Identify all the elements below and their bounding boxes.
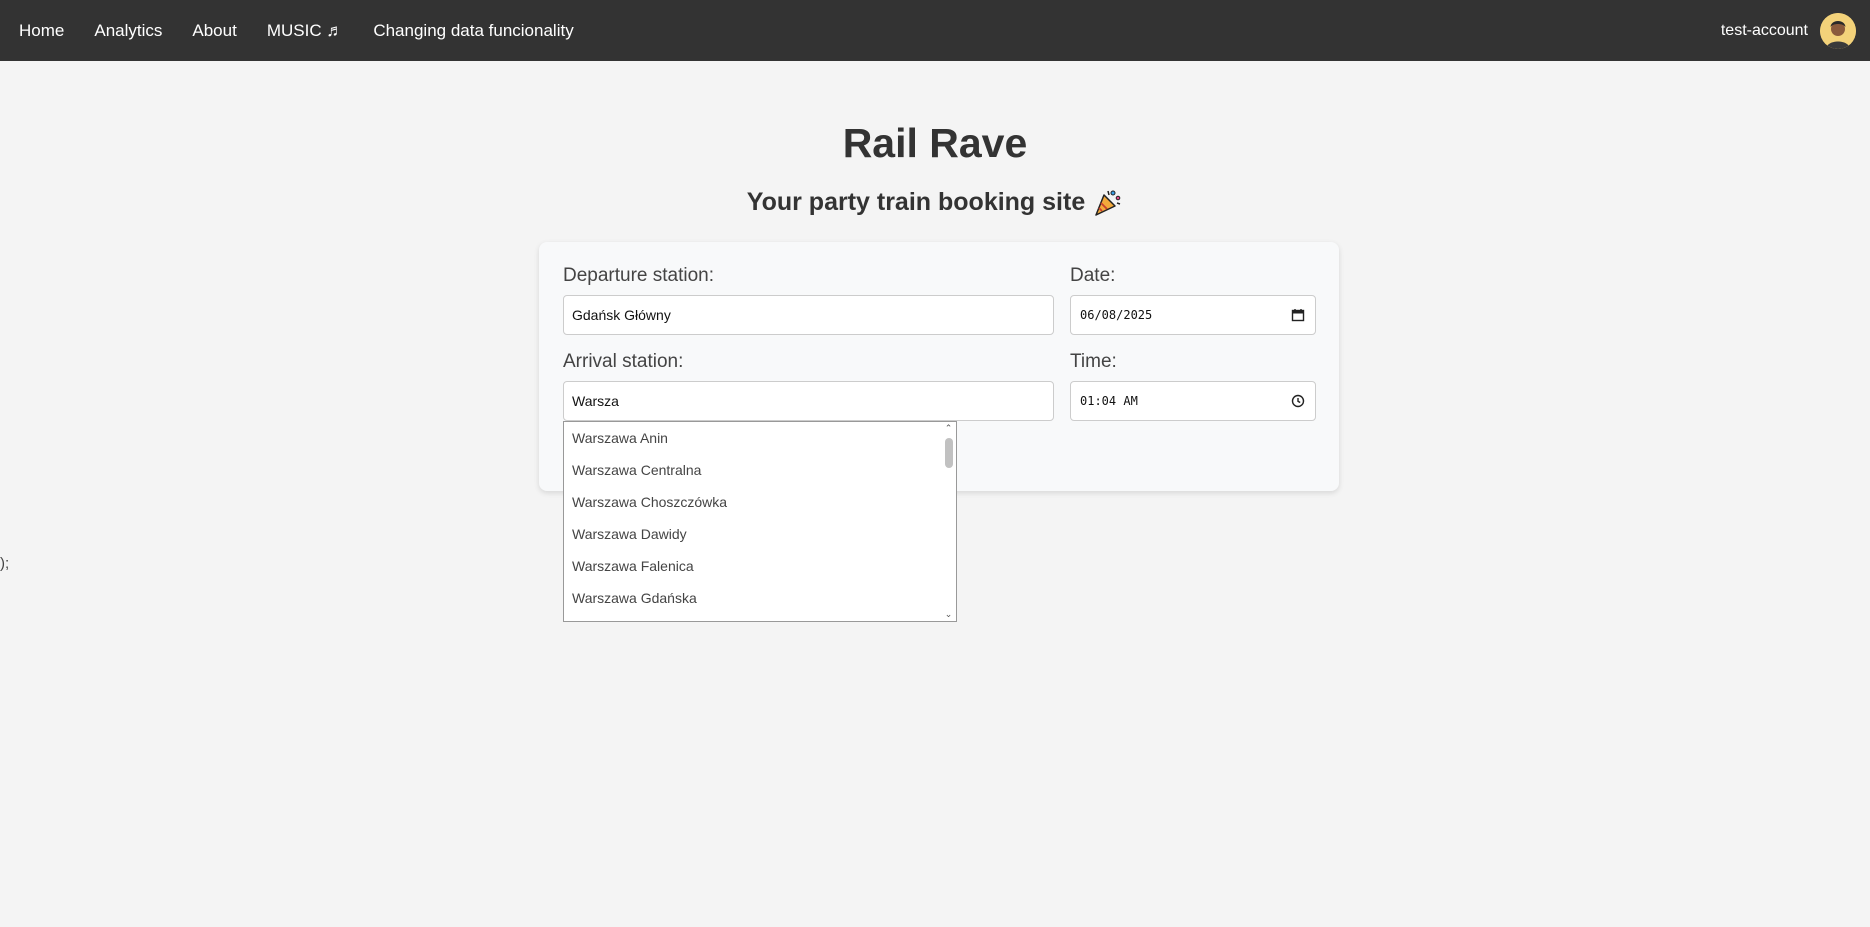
nav-links: Home Analytics About MUSIC ♬ Changing da…: [0, 0, 604, 61]
departure-station-label: Departure station:: [563, 265, 715, 286]
nav-music-link[interactable]: MUSIC ♬: [267, 21, 344, 41]
subtitle-text: Your party train booking site: [746, 187, 1086, 216]
stray-text: );: [0, 555, 10, 572]
suggestion-item[interactable]: Warszawa Choszczówka: [572, 494, 727, 510]
date-input[interactable]: 06/08/2025: [1070, 295, 1316, 335]
clock-icon[interactable]: [1291, 394, 1305, 408]
time-value: 01:04 AM: [1080, 394, 1138, 408]
time-label: Time:: [1070, 351, 1117, 372]
suggestion-item[interactable]: Warszawa Dawidy: [572, 526, 687, 542]
nav-about-link[interactable]: About: [192, 21, 236, 41]
nav-analytics-link[interactable]: Analytics: [94, 21, 162, 41]
date-value: 06/08/2025: [1080, 308, 1153, 322]
top-navbar: Home Analytics About MUSIC ♬ Changing da…: [0, 0, 1870, 61]
arrival-suggestions-dropdown[interactable]: Warszawa Anin Warszawa Centralna Warszaw…: [563, 421, 957, 622]
page-title: Rail Rave: [842, 120, 1028, 166]
time-input[interactable]: 01:04 AM: [1070, 381, 1316, 421]
nav-changing-data-link[interactable]: Changing data funcionality: [373, 21, 573, 41]
scroll-down-arrow-icon[interactable]: ⌄: [944, 609, 953, 619]
date-label: Date:: [1070, 265, 1116, 286]
scroll-thumb[interactable]: [945, 438, 953, 468]
suggestion-item[interactable]: Warszawa Anin: [572, 430, 668, 446]
account-area: test-account: [1721, 0, 1856, 61]
page-subtitle: Your party train booking site: [0, 187, 1870, 217]
suggestion-item[interactable]: Warszawa Gdańska: [572, 590, 697, 606]
scroll-up-arrow-icon[interactable]: ⌃: [944, 423, 953, 433]
nav-home-link[interactable]: Home: [19, 21, 64, 41]
arrival-station-input[interactable]: Warsza: [563, 381, 1054, 421]
user-avatar-icon[interactable]: [1820, 12, 1856, 49]
departure-station-input[interactable]: Gdańsk Główny: [563, 295, 1054, 335]
suggestion-item[interactable]: Warszawa Centralna: [572, 462, 701, 478]
username-label[interactable]: test-account: [1721, 22, 1808, 40]
dropdown-scrollbar[interactable]: ⌃ ⌄: [941, 422, 956, 621]
calendar-icon[interactable]: [1291, 308, 1305, 322]
suggestion-item[interactable]: Warszawa Falenica: [572, 558, 694, 574]
arrival-station-label: Arrival station:: [563, 351, 684, 372]
party-popper-icon: [1093, 187, 1123, 217]
